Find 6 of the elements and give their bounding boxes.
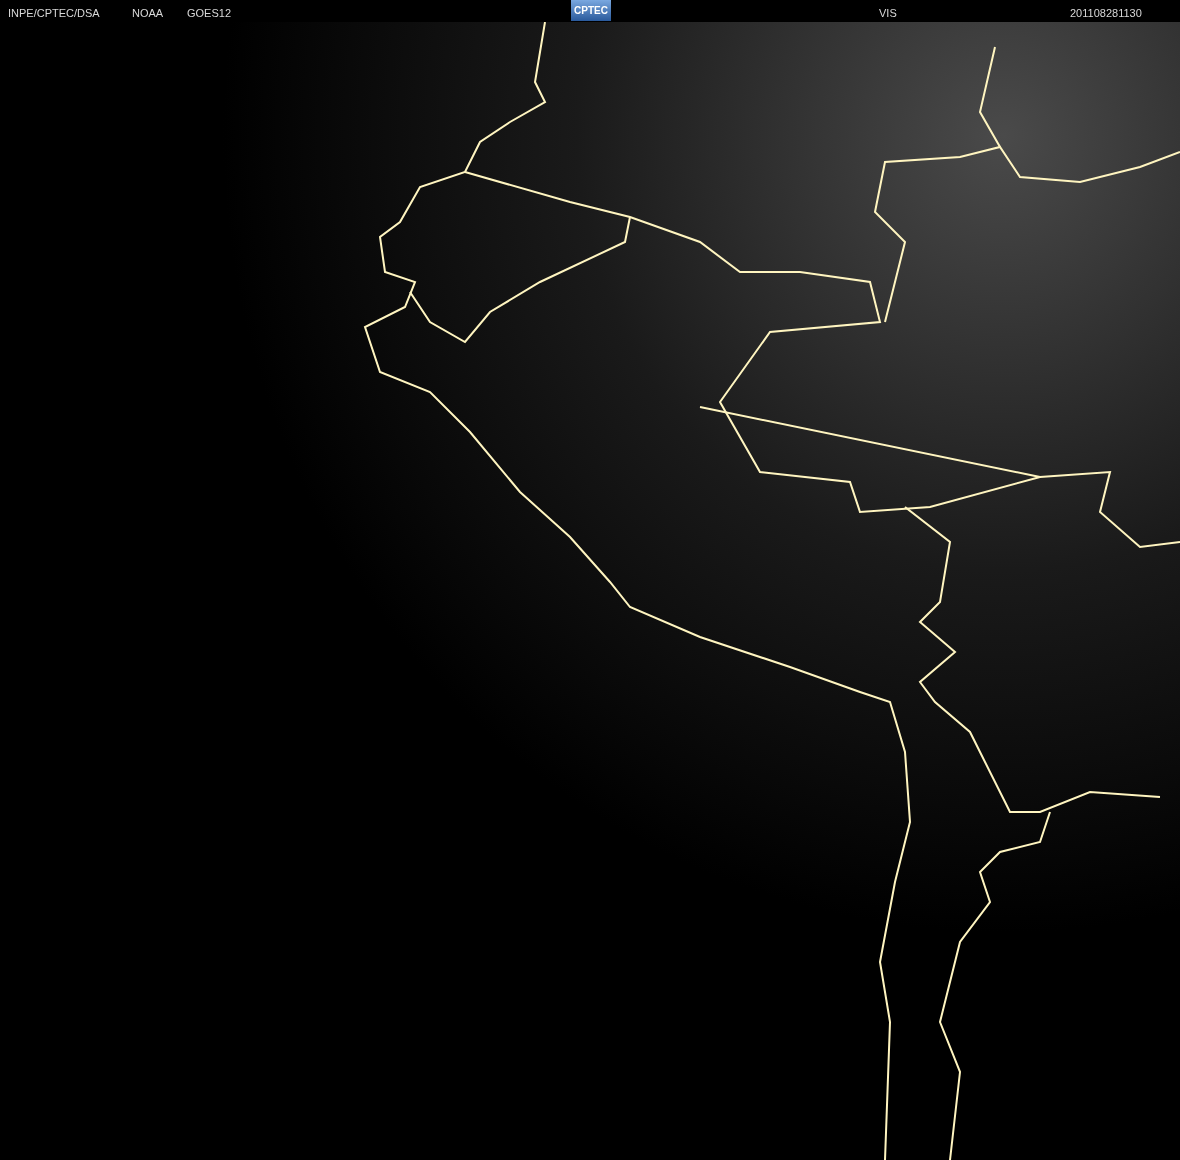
satellite-label: GOES12 — [187, 6, 232, 21]
timestamp-label: 201108281130 — [1070, 6, 1142, 21]
logo: CPTEC — [571, 0, 611, 21]
agency-label: NOAA — [132, 6, 164, 21]
source-label: INPE/CPTEC/DSA — [8, 6, 100, 21]
channel-label: VIS — [879, 6, 897, 21]
